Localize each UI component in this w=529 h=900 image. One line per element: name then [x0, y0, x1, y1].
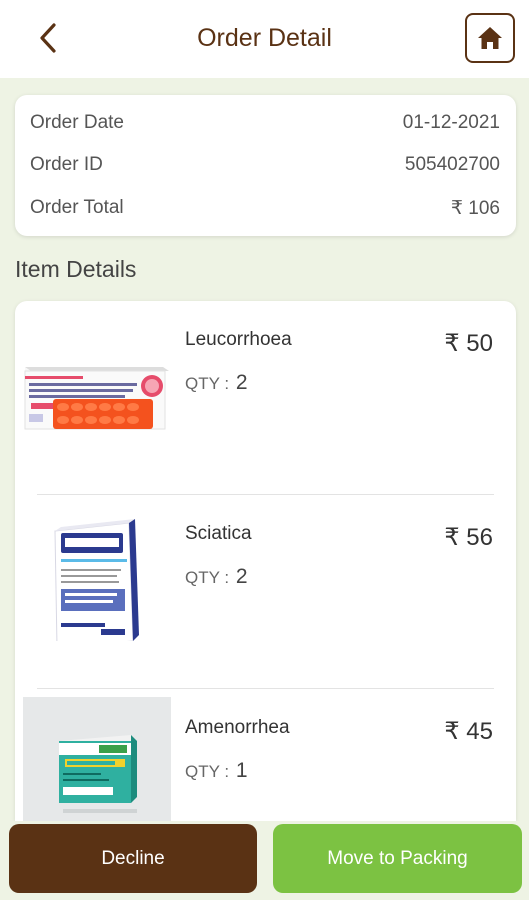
qty-label: QTY :: [185, 568, 230, 587]
item-name: Amenorrhea: [185, 717, 290, 738]
item-details-title: Item Details: [15, 256, 137, 282]
order-summary-card: Order Date 01-12-2021 Order ID 505402700…: [15, 95, 516, 236]
order-id-label: Order ID: [30, 154, 103, 175]
product-image: [23, 331, 171, 441]
order-date-row: Order Date 01-12-2021: [30, 109, 500, 137]
item-qty: QTY : 2: [185, 565, 248, 589]
order-total-row: Order Total ₹ 106: [30, 194, 500, 222]
home-button[interactable]: [465, 13, 515, 63]
order-date-label: Order Date: [30, 112, 124, 133]
qty-value: 2: [235, 565, 248, 588]
item-qty: QTY : 1: [185, 759, 248, 783]
page-title: Order Detail: [197, 24, 332, 52]
list-item[interactable]: Leucorrhoea QTY : 2 ₹ 50: [15, 301, 516, 495]
order-id-value: 505402700: [404, 154, 500, 175]
qty-value: 2: [235, 371, 248, 394]
item-list[interactable]: Leucorrhoea QTY : 2 ₹ 50 Sciatica QTY: …: [15, 301, 516, 821]
order-date-value: 01-12-2021: [402, 112, 500, 133]
action-bar: Decline Move to Packing: [0, 821, 529, 900]
order-total-label: Order Total: [30, 197, 124, 218]
list-item[interactable]: Amenorrhea QTY : 1 ₹ 45: [15, 689, 516, 821]
qty-label: QTY :: [185, 374, 230, 393]
item-qty: QTY : 2: [185, 371, 248, 395]
qty-label: QTY :: [185, 762, 230, 781]
app-header: Order Detail: [0, 0, 529, 78]
move-to-packing-button[interactable]: Move to Packing: [273, 824, 522, 893]
order-total-value: ₹ 106: [450, 197, 500, 219]
product-image: [23, 519, 171, 648]
decline-button[interactable]: Decline: [9, 824, 257, 893]
item-name: Leucorrhoea: [185, 329, 292, 350]
product-image: [23, 697, 171, 821]
item-price: ₹ 45: [444, 718, 493, 745]
order-id-row: Order ID 505402700: [30, 151, 500, 179]
item-price: ₹ 50: [444, 330, 493, 357]
qty-value: 1: [235, 759, 248, 782]
item-name: Sciatica: [185, 523, 252, 544]
item-price: ₹ 56: [444, 524, 493, 551]
list-item[interactable]: Sciatica QTY : 2 ₹ 56: [15, 495, 516, 689]
home-icon: [478, 27, 502, 49]
